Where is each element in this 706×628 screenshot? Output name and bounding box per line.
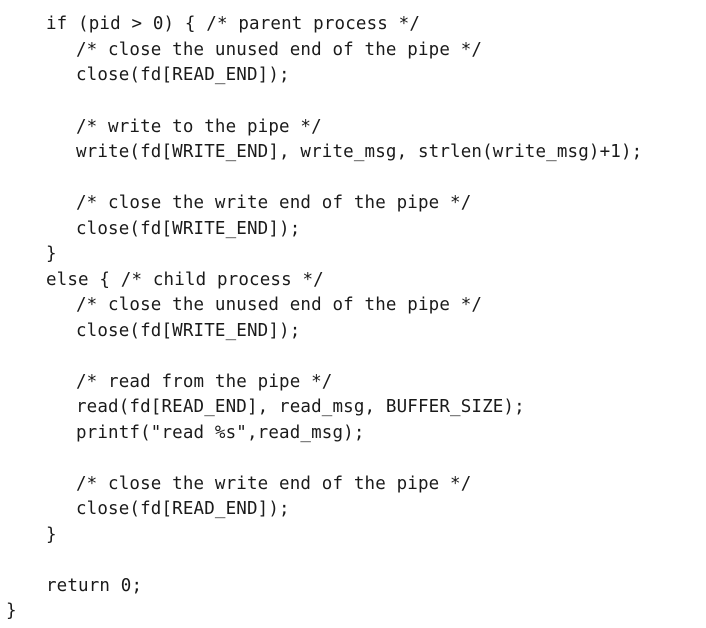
code-line: /* close the unused end of the pipe */: [76, 40, 483, 60]
code-line: /* close the write end of the pipe */: [76, 474, 472, 494]
code-line: close(fd[READ_END]);: [76, 65, 290, 85]
code-line: /* close the unused end of the pipe */: [76, 295, 483, 315]
code-line: }: [6, 601, 17, 621]
code-line: return 0;: [46, 576, 143, 596]
code-line: write(fd[WRITE_END], write_msg, strlen(w…: [76, 142, 643, 162]
code-line: /* close the write end of the pipe */: [76, 193, 472, 213]
code-line: /* read from the pipe */: [76, 372, 333, 392]
code-line: if (pid > 0) { /* parent process */: [46, 14, 421, 34]
code-line: printf("read %s",read_msg);: [76, 423, 365, 443]
code-line: close(fd[WRITE_END]);: [76, 321, 301, 341]
code-line: /* write to the pipe */: [76, 117, 322, 137]
code-line: }: [46, 244, 57, 264]
code-listing: if (pid > 0) { /* parent process */ /* c…: [0, 0, 706, 628]
code-line: else { /* child process */: [46, 270, 324, 290]
code-line: }: [46, 525, 57, 545]
code-line: close(fd[READ_END]);: [76, 499, 290, 519]
code-line: read(fd[READ_END], read_msg, BUFFER_SIZE…: [76, 397, 525, 417]
code-line: close(fd[WRITE_END]);: [76, 219, 301, 239]
